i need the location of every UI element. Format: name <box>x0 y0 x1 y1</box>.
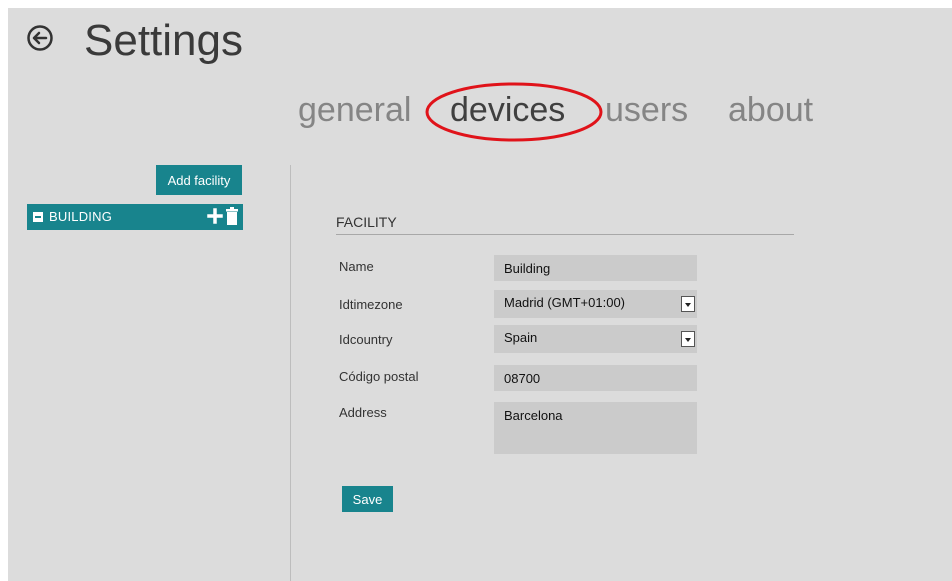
address-label: Address <box>339 405 387 420</box>
back-arrow-icon[interactable] <box>26 24 54 52</box>
timezone-select-value: Madrid (GMT+01:00) <box>504 295 626 310</box>
tree-item-label: BUILDING <box>49 209 113 224</box>
save-button[interactable]: Save <box>342 486 393 512</box>
add-facility-button[interactable]: Add facility <box>156 165 242 195</box>
country-label: Idcountry <box>339 332 393 347</box>
postal-code-label: Código postal <box>339 369 419 384</box>
country-select[interactable]: Spain <box>494 325 697 353</box>
tree-item-building[interactable]: BUILDING <box>27 204 243 230</box>
panel-divider <box>290 165 291 581</box>
page-title: Settings <box>84 16 243 65</box>
trash-icon[interactable] <box>225 207 239 225</box>
tab-users[interactable]: users <box>605 88 688 132</box>
chevron-down-icon[interactable] <box>681 296 695 312</box>
name-input[interactable]: Building <box>494 255 697 281</box>
address-textarea[interactable]: Barcelona <box>494 402 697 454</box>
name-label: Name <box>339 259 374 274</box>
chevron-down-icon[interactable] <box>681 331 695 347</box>
collapse-icon[interactable] <box>33 212 43 222</box>
section-title: FACILITY <box>336 214 397 230</box>
timezone-label: Idtimezone <box>339 297 403 312</box>
plus-icon[interactable] <box>207 208 223 224</box>
tab-devices[interactable]: devices <box>450 88 565 132</box>
country-select-value: Spain <box>504 330 538 345</box>
tab-general[interactable]: general <box>298 88 411 132</box>
section-divider <box>336 234 794 235</box>
postal-code-input[interactable]: 08700 <box>494 365 697 391</box>
timezone-select[interactable]: Madrid (GMT+01:00) <box>494 290 697 318</box>
tab-about[interactable]: about <box>728 88 813 132</box>
